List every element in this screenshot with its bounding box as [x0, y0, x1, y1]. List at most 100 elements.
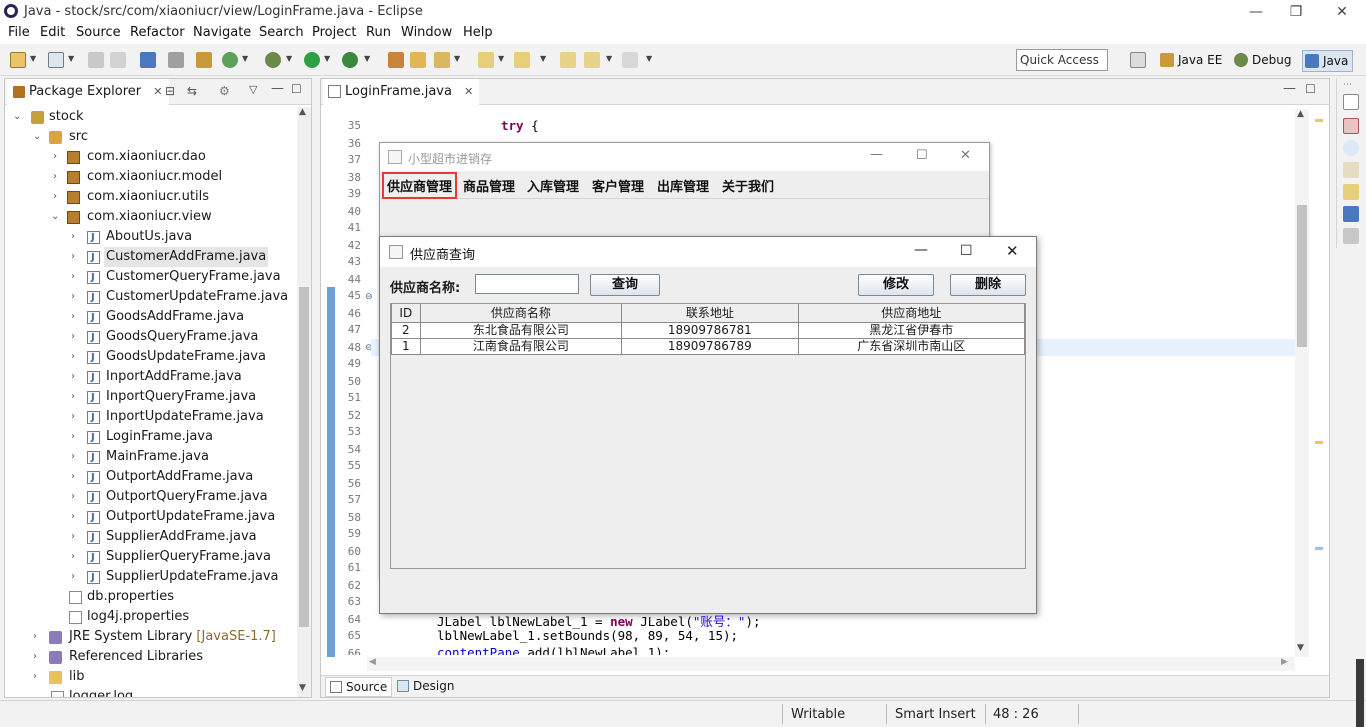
- editor-vertical-scrollbar[interactable]: ▲ ▼: [1295, 109, 1309, 657]
- table-cell[interactable]: 2: [391, 321, 421, 339]
- minimize-icon[interactable]: —: [870, 147, 883, 162]
- chevron-down-icon[interactable]: ▼: [606, 54, 612, 63]
- scroll-down-icon[interactable]: ▼: [1297, 643, 1304, 653]
- open-type-icon[interactable]: [388, 52, 404, 68]
- new-wizard-icon[interactable]: [48, 52, 64, 68]
- terminal-icon[interactable]: [140, 52, 156, 68]
- tab-design[interactable]: Design: [393, 677, 458, 697]
- chevron-down-icon[interactable]: ▼: [286, 54, 292, 63]
- menu-help[interactable]: Help: [463, 25, 493, 40]
- column-header-supplier-address[interactable]: 供应商地址: [797, 304, 1026, 323]
- last-edit-icon[interactable]: [560, 52, 576, 68]
- menu-run[interactable]: Run: [366, 25, 391, 40]
- chevron-down-icon[interactable]: ▼: [364, 54, 370, 63]
- scrollbar-thumb[interactable]: [1297, 205, 1307, 347]
- menu-navigate[interactable]: Navigate: [193, 25, 251, 40]
- scroll-down-icon[interactable]: ▼: [299, 683, 306, 693]
- declaration-icon[interactable]: [1343, 162, 1359, 178]
- table-cell[interactable]: 东北食品有限公司: [419, 321, 623, 339]
- collapse-all-icon[interactable]: ⊟: [165, 84, 175, 98]
- menu-window[interactable]: Window: [401, 25, 452, 40]
- prev-annotation-icon[interactable]: [514, 52, 530, 68]
- open-folder-icon[interactable]: [410, 52, 426, 68]
- skip-breakpoints-icon[interactable]: [168, 52, 184, 68]
- package-explorer-scrollbar[interactable]: ▲ ▼: [297, 107, 311, 697]
- menu-goods-management[interactable]: 商品管理: [463, 176, 515, 195]
- fold-icon[interactable]: ⊖: [365, 292, 373, 302]
- scroll-up-icon[interactable]: ▲: [1297, 109, 1304, 119]
- editor-horizontal-scrollbar[interactable]: ◀ ▶: [367, 657, 1295, 671]
- progress-icon[interactable]: [1343, 228, 1359, 244]
- menu-project[interactable]: Project: [312, 25, 356, 40]
- delete-button[interactable]: 删除: [950, 274, 1026, 296]
- maximize-view-icon[interactable]: ☐: [291, 82, 302, 96]
- chevron-down-icon[interactable]: ▼: [68, 54, 74, 63]
- forward-icon[interactable]: [622, 52, 638, 68]
- maximize-icon[interactable]: ☐: [960, 243, 973, 259]
- link-editor-icon[interactable]: ⇆: [187, 84, 197, 98]
- minimize-icon[interactable]: —: [914, 242, 928, 258]
- package-icon[interactable]: [196, 52, 212, 68]
- chevron-down-icon[interactable]: ▼: [30, 54, 36, 63]
- open-perspective-icon[interactable]: [1130, 52, 1146, 68]
- perspective-debug[interactable]: Debug: [1232, 50, 1295, 72]
- supplier-name-input[interactable]: [475, 274, 579, 294]
- chevron-down-icon[interactable]: ▼: [646, 54, 652, 63]
- menu-customer-management[interactable]: 客户管理: [592, 176, 644, 195]
- restore-button[interactable]: ❐: [1276, 0, 1316, 24]
- debug-icon[interactable]: [265, 52, 281, 68]
- scroll-up-icon[interactable]: ▲: [299, 107, 306, 117]
- chevron-down-icon[interactable]: ▼: [454, 54, 460, 63]
- ruler-marker[interactable]: [1315, 547, 1323, 550]
- perspective-java-ee[interactable]: Java EE: [1158, 50, 1226, 72]
- menu-supplier-management[interactable]: 供应商管理: [381, 172, 458, 199]
- pencil-icon[interactable]: [434, 52, 450, 68]
- table-row[interactable]: 1 江南食品有限公司 18909786789 广东省深圳市南山区: [391, 337, 1026, 355]
- column-header-id[interactable]: ID: [391, 304, 421, 323]
- table-cell[interactable]: 广东省深圳市南山区: [797, 337, 1026, 355]
- table-cell[interactable]: 1: [391, 337, 421, 355]
- scroll-right-icon[interactable]: ▶: [1281, 657, 1288, 667]
- table-row[interactable]: 2 东北食品有限公司 18909786781 黑龙江省伊春市: [391, 321, 1026, 339]
- close-tab-icon[interactable]: ✕: [464, 85, 473, 98]
- menu-inport-management[interactable]: 入库管理: [527, 176, 579, 195]
- query-button[interactable]: 查询: [590, 274, 660, 296]
- tab-login-frame[interactable]: LoginFrame.java ✕: [323, 79, 480, 105]
- menu-search[interactable]: Search: [259, 25, 304, 40]
- table-cell[interactable]: 18909786781: [621, 321, 799, 339]
- scrollbar-thumb[interactable]: [299, 287, 309, 627]
- save-all-icon[interactable]: [110, 52, 126, 68]
- maximize-editor-icon[interactable]: ☐: [1305, 82, 1316, 96]
- ruler-marker[interactable]: [1315, 441, 1323, 444]
- minimize-button[interactable]: —: [1236, 0, 1276, 24]
- maximize-icon[interactable]: ☐: [916, 148, 928, 163]
- table-cell[interactable]: 18909786789: [621, 337, 799, 355]
- refresh-icon[interactable]: [222, 52, 238, 68]
- drag-handle-icon[interactable]: ⋯: [1343, 80, 1352, 90]
- restore-view-icon[interactable]: [1343, 94, 1359, 110]
- column-header-supplier-name[interactable]: 供应商名称: [419, 304, 623, 323]
- table-cell[interactable]: 江南食品有限公司: [419, 337, 623, 355]
- tab-source[interactable]: Source: [325, 677, 393, 697]
- chevron-down-icon[interactable]: ▼: [324, 54, 330, 63]
- menu-edit[interactable]: Edit: [40, 25, 65, 40]
- run-icon[interactable]: [304, 52, 320, 68]
- menu-about-us[interactable]: 关于我们: [722, 176, 774, 195]
- tab-package-explorer[interactable]: Package Explorer ✕: [7, 79, 169, 105]
- close-icon[interactable]: ✕: [1006, 242, 1019, 260]
- back-icon[interactable]: [584, 52, 600, 68]
- menu-source[interactable]: Source: [76, 25, 121, 40]
- filter-icon[interactable]: ⚙: [219, 84, 230, 98]
- chevron-down-icon[interactable]: ▼: [242, 54, 248, 63]
- close-button[interactable]: ✕: [1322, 0, 1362, 24]
- table-cell[interactable]: 黑龙江省伊春市: [797, 321, 1026, 339]
- search-view-icon[interactable]: [1343, 184, 1359, 200]
- next-annotation-icon[interactable]: [478, 52, 494, 68]
- minimize-editor-icon[interactable]: —: [1283, 81, 1296, 96]
- ruler-marker[interactable]: [1315, 119, 1323, 122]
- new-icon[interactable]: [10, 52, 26, 68]
- view-menu-icon[interactable]: ▽: [249, 83, 257, 96]
- column-header-contact[interactable]: 联系地址: [621, 304, 799, 323]
- run-external-icon[interactable]: [342, 52, 358, 68]
- console-icon[interactable]: [1343, 206, 1359, 222]
